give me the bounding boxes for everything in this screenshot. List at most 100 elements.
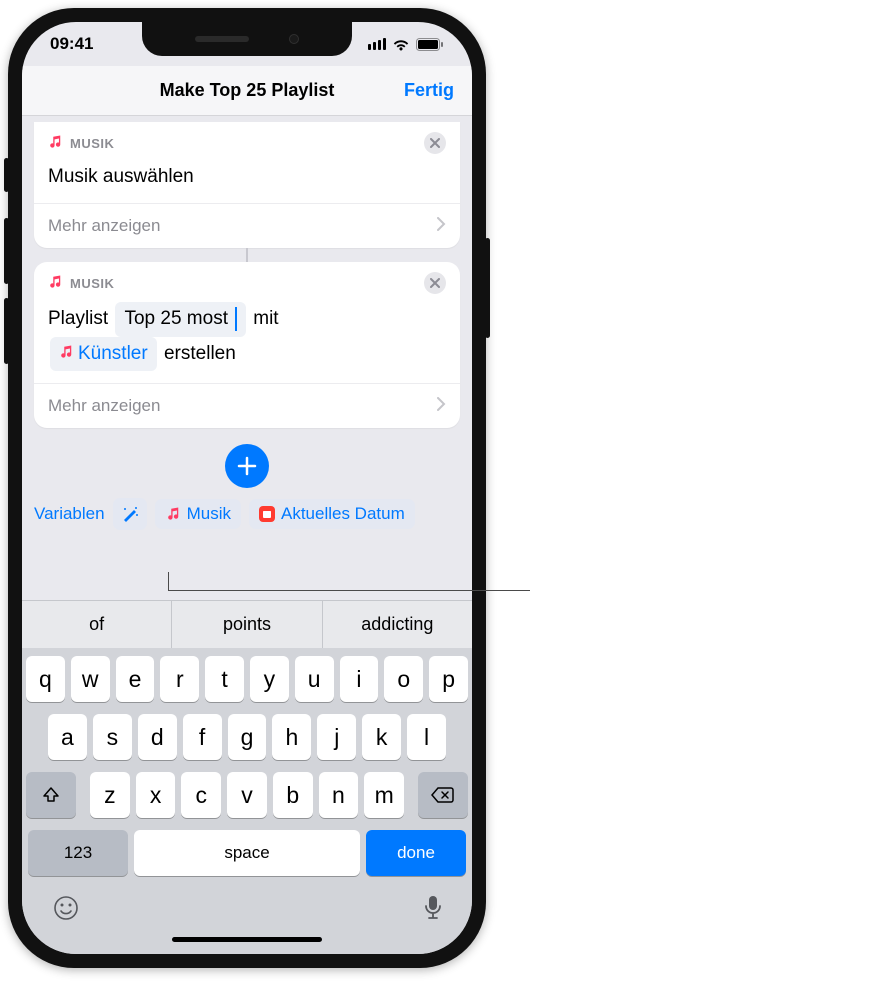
microphone-icon xyxy=(424,895,442,921)
phone-frame: 09:41 Make Top 25 Playlist Fertig xyxy=(8,8,486,968)
space-key[interactable]: space xyxy=(134,830,360,876)
text-prefix: Playlist xyxy=(48,308,108,329)
key-f[interactable]: f xyxy=(183,714,222,760)
key-n[interactable]: n xyxy=(319,772,359,818)
wifi-icon xyxy=(392,38,410,51)
key-x[interactable]: x xyxy=(136,772,176,818)
done-button[interactable]: Fertig xyxy=(404,80,454,101)
key-g[interactable]: g xyxy=(228,714,267,760)
key-z[interactable]: z xyxy=(90,772,130,818)
card-body: Playlist Top 25 most mit Künstler erstel… xyxy=(34,294,460,383)
key-m[interactable]: m xyxy=(364,772,404,818)
nav-bar: Make Top 25 Playlist Fertig xyxy=(22,66,472,116)
key-s[interactable]: s xyxy=(93,714,132,760)
calendar-icon xyxy=(259,506,275,522)
key-y[interactable]: y xyxy=(250,656,289,702)
delete-action-button[interactable] xyxy=(424,132,446,154)
music-note-icon xyxy=(48,275,62,292)
backspace-icon xyxy=(431,786,455,804)
suggestion-1[interactable]: of xyxy=(22,601,171,648)
emoji-icon xyxy=(52,894,80,922)
mute-switch[interactable] xyxy=(4,158,9,192)
action-card-create-playlist: MUSIK Playlist Top 25 most mit xyxy=(34,262,460,428)
suggestion-3[interactable]: addicting xyxy=(322,601,472,648)
add-action-button[interactable] xyxy=(225,444,269,488)
magic-wand-chip[interactable] xyxy=(113,498,147,530)
home-indicator[interactable] xyxy=(172,937,322,942)
variables-label[interactable]: Variablen xyxy=(34,504,105,524)
music-note-icon xyxy=(59,339,73,368)
card-header: MUSIK xyxy=(34,262,460,294)
keyboard-bottom-bar xyxy=(26,888,468,929)
plus-icon xyxy=(237,456,257,476)
magic-wand-icon xyxy=(121,505,139,523)
volume-up-button[interactable] xyxy=(4,218,9,284)
delete-action-button[interactable] xyxy=(424,272,446,294)
key-k[interactable]: k xyxy=(362,714,401,760)
chevron-right-icon xyxy=(437,396,446,416)
show-more-row[interactable]: Mehr anzeigen xyxy=(34,203,460,248)
callout-tick xyxy=(168,572,169,590)
notch xyxy=(142,22,352,56)
key-t[interactable]: t xyxy=(205,656,244,702)
card-header: MUSIK xyxy=(34,122,460,154)
key-p[interactable]: p xyxy=(429,656,468,702)
suggestion-2[interactable]: points xyxy=(171,601,321,648)
chevron-right-icon xyxy=(437,216,446,236)
key-i[interactable]: i xyxy=(340,656,379,702)
magic-variable-token[interactable]: Künstler xyxy=(50,337,157,371)
show-more-row[interactable]: Mehr anzeigen xyxy=(34,383,460,428)
text-suffix: erstellen xyxy=(164,343,236,364)
keys-area: qwertyuiop asdfghjkl zxcvbnm 123 space xyxy=(22,648,472,954)
connector-line xyxy=(246,248,248,262)
current-date-variable-chip[interactable]: Aktuelles Datum xyxy=(249,499,415,529)
text-mid: mit xyxy=(253,308,278,329)
shift-key[interactable] xyxy=(26,772,76,818)
key-q[interactable]: q xyxy=(26,656,65,702)
chip-label: Musik xyxy=(187,504,231,524)
key-o[interactable]: o xyxy=(384,656,423,702)
front-camera xyxy=(289,34,299,44)
music-note-icon xyxy=(165,506,181,522)
battery-icon xyxy=(416,38,444,51)
action-card-select-music: MUSIK Musik auswählen Mehr anzeigen xyxy=(34,122,460,248)
key-u[interactable]: u xyxy=(295,656,334,702)
content-area: MUSIK Musik auswählen Mehr anzeigen xyxy=(22,116,472,954)
music-note-icon xyxy=(48,135,62,152)
key-v[interactable]: v xyxy=(227,772,267,818)
page-title: Make Top 25 Playlist xyxy=(160,80,335,101)
key-a[interactable]: a xyxy=(48,714,87,760)
show-more-label: Mehr anzeigen xyxy=(48,216,160,236)
keyboard-done-key[interactable]: done xyxy=(366,830,466,876)
keyboard: of points addicting qwertyuiop asdfghjkl… xyxy=(22,600,472,954)
dictation-key[interactable] xyxy=(424,895,442,926)
playlist-name-token[interactable]: Top 25 most xyxy=(115,302,246,336)
key-j[interactable]: j xyxy=(317,714,356,760)
key-l[interactable]: l xyxy=(407,714,446,760)
key-d[interactable]: d xyxy=(138,714,177,760)
variables-bar: Variablen Musik Aktuelles Datum xyxy=(22,498,472,540)
music-variable-chip[interactable]: Musik xyxy=(155,499,241,529)
volume-down-button[interactable] xyxy=(4,298,9,364)
backspace-key[interactable] xyxy=(418,772,468,818)
key-e[interactable]: e xyxy=(116,656,155,702)
card-title: Musik auswählen xyxy=(34,154,460,203)
key-r[interactable]: r xyxy=(160,656,199,702)
key-w[interactable]: w xyxy=(71,656,110,702)
card-app-label: MUSIK xyxy=(70,276,114,291)
text-cursor xyxy=(235,307,237,331)
key-h[interactable]: h xyxy=(272,714,311,760)
chip-label: Aktuelles Datum xyxy=(281,504,405,524)
cellular-signal-icon xyxy=(368,38,386,50)
suggestion-row: of points addicting xyxy=(22,600,472,648)
key-b[interactable]: b xyxy=(273,772,313,818)
status-time: 09:41 xyxy=(50,34,93,54)
numbers-key[interactable]: 123 xyxy=(28,830,128,876)
callout-line xyxy=(168,590,530,591)
key-c[interactable]: c xyxy=(181,772,221,818)
shift-icon xyxy=(41,785,61,805)
power-button[interactable] xyxy=(485,238,490,338)
emoji-key[interactable] xyxy=(52,894,80,927)
speaker-grille xyxy=(195,36,249,42)
card-app-label: MUSIK xyxy=(70,136,114,151)
